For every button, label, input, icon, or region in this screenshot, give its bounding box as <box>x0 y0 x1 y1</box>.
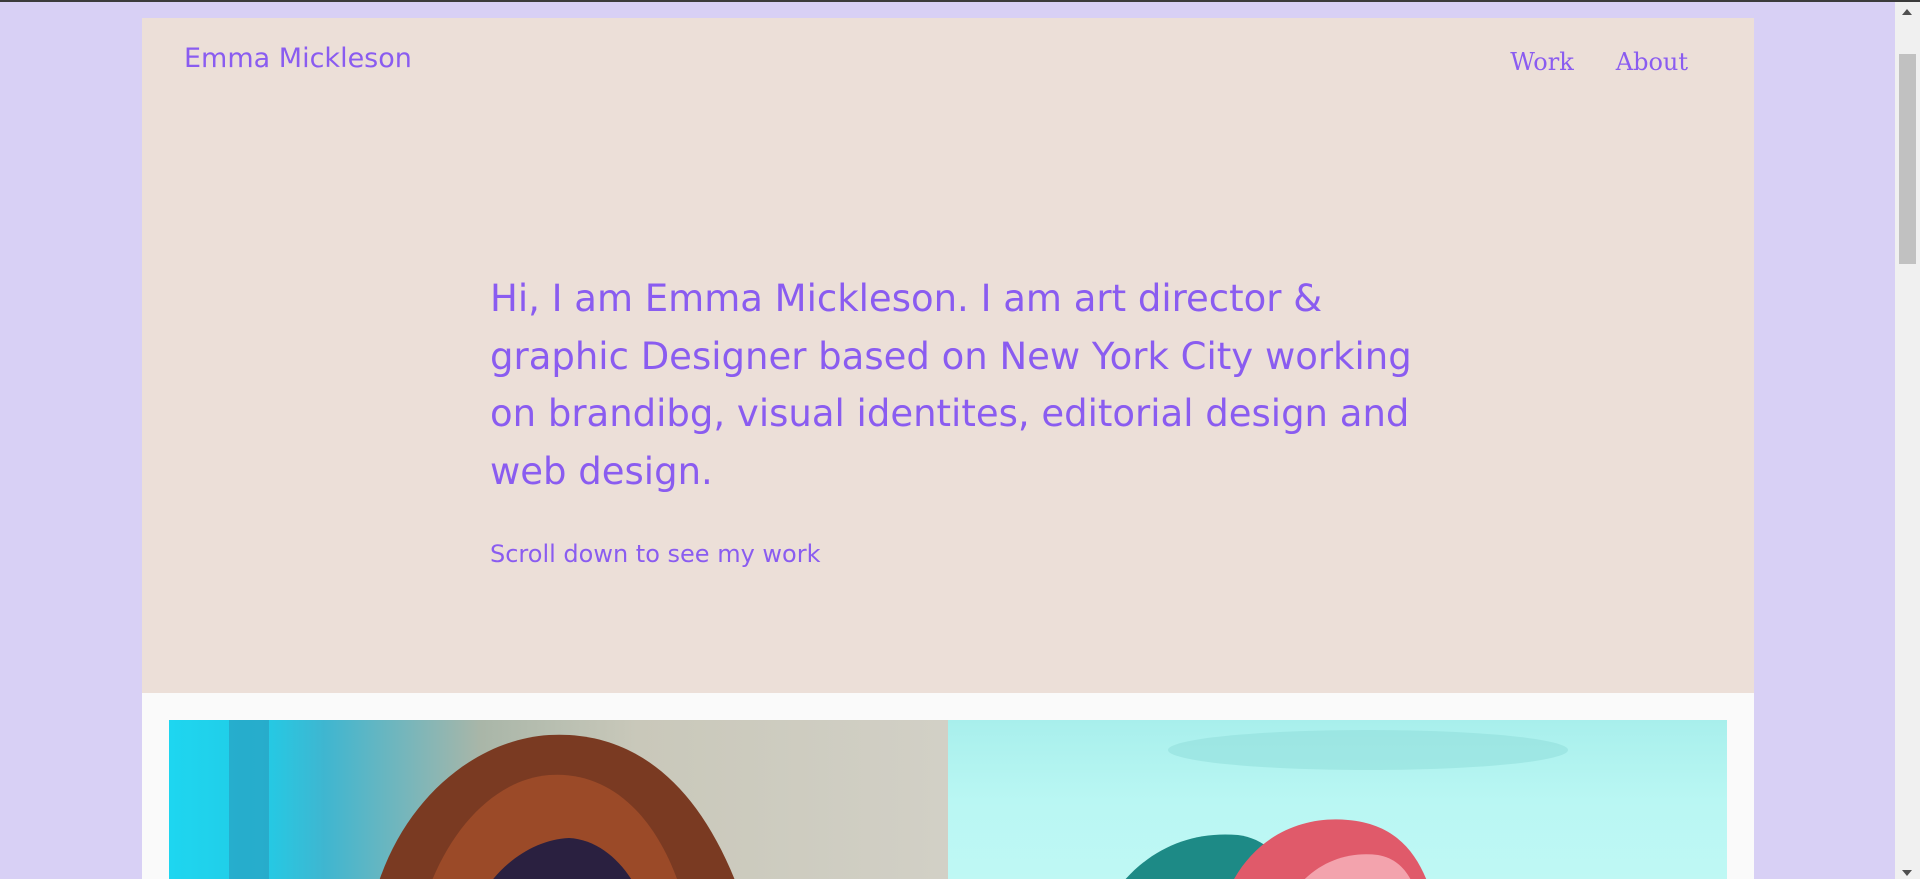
hero-section: Emma Mickleson Work About Hi, I am Emma … <box>142 18 1754 693</box>
page-container: Emma Mickleson Work About Hi, I am Emma … <box>142 18 1754 879</box>
site-brand-link[interactable]: Emma Mickleson <box>184 43 412 74</box>
nav-link-work[interactable]: Work <box>1510 48 1574 76</box>
scroll-hint: Scroll down to see my work <box>490 540 821 568</box>
vertical-scrollbar[interactable] <box>1895 2 1920 879</box>
intro-text: Hi, I am Emma Mickleson. I am art direct… <box>490 277 1412 493</box>
scrollbar-thumb[interactable] <box>1899 54 1916 264</box>
flowers-photo-image <box>1125 730 1568 879</box>
nav-link-about[interactable]: About <box>1616 48 1688 76</box>
triangle-down-icon[interactable] <box>1902 870 1912 876</box>
work-thumbnail-flowers[interactable] <box>948 720 1727 879</box>
triangle-up-icon[interactable] <box>1902 9 1912 15</box>
work-thumbnail-portrait[interactable] <box>169 720 948 879</box>
work-gallery <box>169 720 1727 879</box>
portrait-photo-image <box>229 720 735 879</box>
window-top-border <box>0 0 1920 2</box>
main-nav: Work About <box>1510 48 1688 76</box>
